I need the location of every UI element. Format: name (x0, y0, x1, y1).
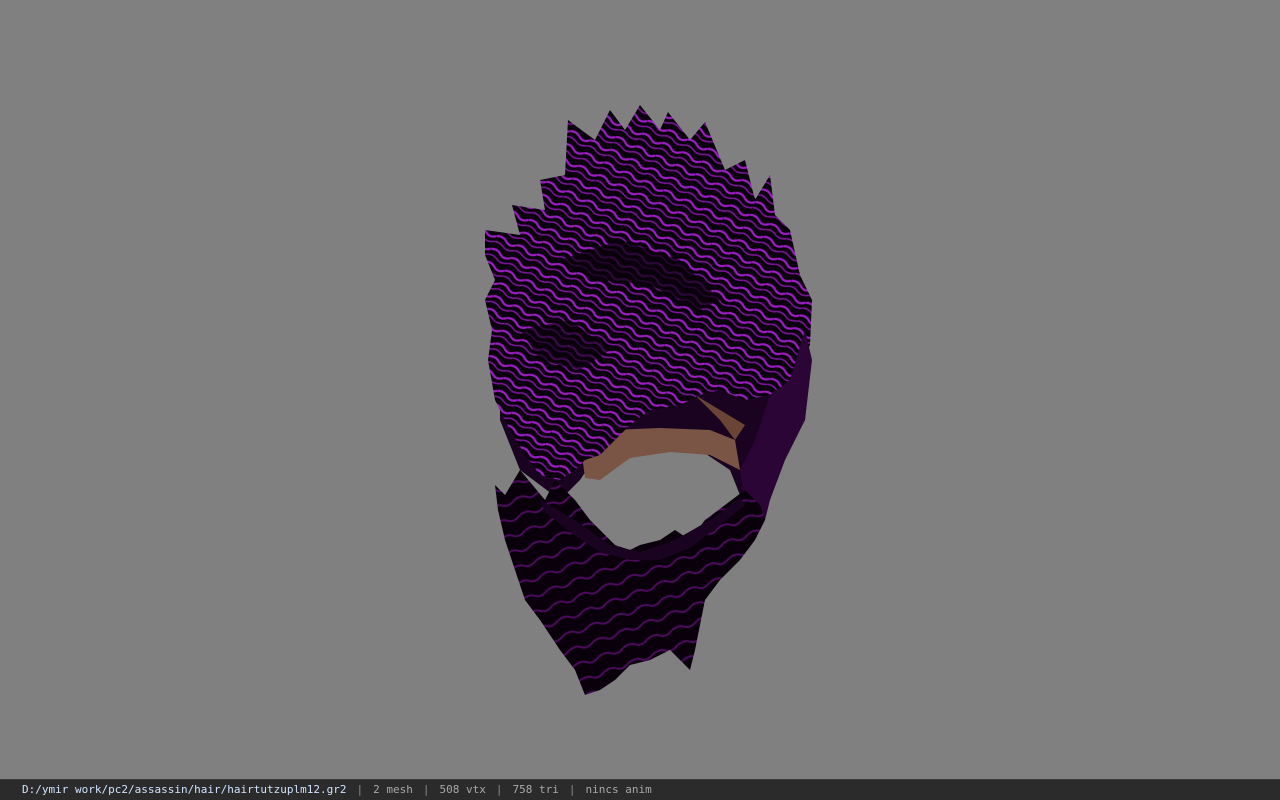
status-separator: | (568, 783, 576, 796)
status-file-path: D:/ymir work/pc2/assassin/hair/hairtutzu… (22, 783, 347, 796)
status-bar: D:/ymir work/pc2/assassin/hair/hairtutzu… (0, 779, 1280, 800)
status-separator: | (495, 783, 503, 796)
hair-model-render[interactable] (0, 0, 1280, 779)
3d-viewport[interactable] (0, 0, 1280, 779)
status-mesh-count: 2 mesh (373, 783, 413, 796)
hair-side-lock-left (495, 470, 765, 695)
status-separator: | (356, 783, 364, 796)
status-separator: | (422, 783, 430, 796)
status-triangle-count: 758 tri (512, 783, 559, 796)
status-vertex-count: 508 vtx (439, 783, 486, 796)
status-anim: nincs anim (585, 783, 652, 796)
